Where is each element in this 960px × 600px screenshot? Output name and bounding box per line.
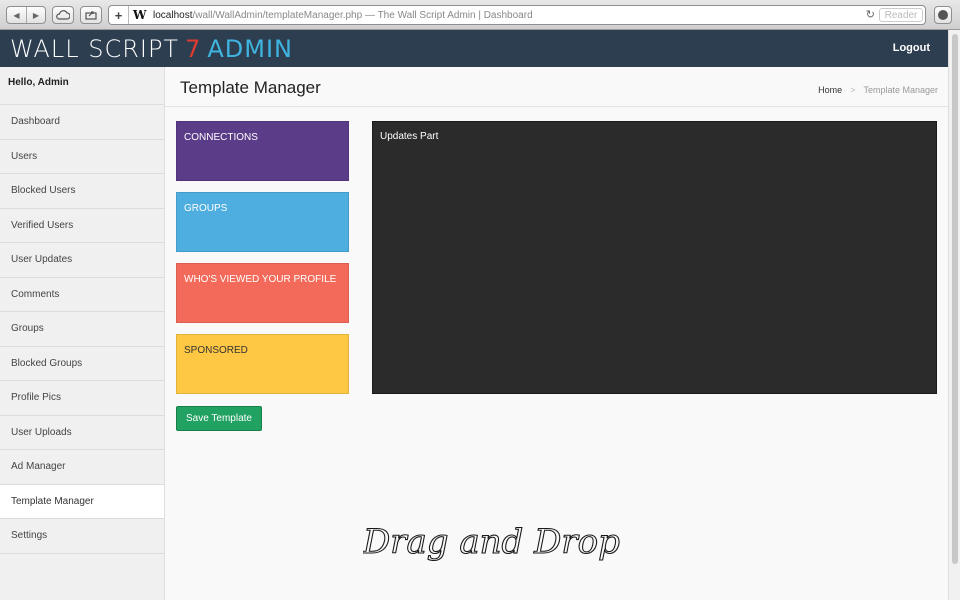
- sidebar-item-blocked-groups[interactable]: Blocked Groups: [0, 347, 164, 381]
- url-text: localhost/wall/WallAdmin/templateManager…: [153, 10, 533, 21]
- greeting: Hello, Admin: [0, 67, 164, 105]
- reader-button[interactable]: Reader: [879, 8, 923, 22]
- browser-toolbar: ◀ ▶ + W localhost/wall/WallAdmin/templat…: [0, 0, 960, 30]
- sidebar-item-users[interactable]: Users: [0, 140, 164, 174]
- sidebar: Hello, Admin Dashboard Users Blocked Use…: [0, 67, 165, 600]
- brand-logo[interactable]: WALL SCRIPT 7 ADMIN: [10, 36, 293, 62]
- sidebar-item-user-uploads[interactable]: User Uploads: [0, 416, 164, 450]
- sidebar-item-blocked-users[interactable]: Blocked Users: [0, 174, 164, 209]
- forward-arrow-icon[interactable]: ▶: [26, 7, 45, 23]
- address-bar[interactable]: + W localhost/wall/WallAdmin/templateMan…: [108, 5, 926, 25]
- template-block-connections[interactable]: CONNECTIONS: [176, 121, 349, 181]
- browser-page-title: — The Wall Script Admin | Dashboard: [362, 9, 533, 21]
- breadcrumb-home[interactable]: Home: [818, 85, 842, 95]
- sidebar-item-comments[interactable]: Comments: [0, 278, 164, 312]
- save-template-button[interactable]: Save Template: [176, 406, 262, 431]
- sidebar-item-user-updates[interactable]: User Updates: [0, 243, 164, 278]
- updates-part-panel[interactable]: Updates Part: [372, 121, 937, 394]
- template-block-profile-viewers[interactable]: WHO'S VIEWED YOUR PROFILE: [176, 263, 349, 323]
- download-icon[interactable]: [934, 6, 952, 24]
- url-path: /wall/WallAdmin/templateManager.php: [192, 9, 363, 21]
- back-arrow-icon[interactable]: ◀: [7, 7, 26, 23]
- brand-version: 7: [185, 35, 202, 63]
- history-nav: ◀ ▶: [6, 6, 46, 24]
- page-header: Template Manager Home > Template Manager: [165, 67, 948, 107]
- sidebar-item-template-manager[interactable]: Template Manager: [0, 484, 164, 519]
- page-scrollbar[interactable]: [948, 30, 960, 600]
- scrollbar-thumb[interactable]: [952, 34, 958, 564]
- page-title: Template Manager: [180, 78, 321, 97]
- breadcrumb-separator: >: [850, 85, 856, 95]
- brand-suffix: ADMIN: [207, 35, 294, 63]
- sidebar-item-verified-users[interactable]: Verified Users: [0, 209, 164, 243]
- cloud-icon[interactable]: [52, 6, 74, 24]
- plus-icon[interactable]: +: [109, 6, 129, 24]
- handwritten-text: Drag and Drop: [363, 522, 620, 562]
- url-host: localhost: [153, 9, 193, 21]
- sidebar-item-dashboard[interactable]: Dashboard: [0, 105, 164, 140]
- main-content: Template Manager Home > Template Manager…: [165, 67, 948, 600]
- sidebar-item-groups[interactable]: Groups: [0, 312, 164, 347]
- reload-icon[interactable]: ↻: [866, 8, 875, 21]
- site-favicon: W: [133, 8, 147, 22]
- breadcrumb-current: Template Manager: [863, 85, 938, 95]
- sidebar-item-profile-pics[interactable]: Profile Pics: [0, 381, 164, 416]
- share-icon[interactable]: [80, 6, 102, 24]
- template-block-sponsored[interactable]: SPONSORED: [176, 334, 349, 394]
- breadcrumb: Home > Template Manager: [818, 85, 938, 95]
- drag-and-drop-annotation: Drag and Drop: [361, 515, 633, 580]
- brand-main: WALL SCRIPT: [10, 35, 180, 63]
- template-block-groups[interactable]: GROUPS: [176, 192, 349, 252]
- sidebar-item-ad-manager[interactable]: Ad Manager: [0, 450, 164, 485]
- admin-header: WALL SCRIPT 7 ADMIN Logout: [0, 30, 948, 67]
- logout-link[interactable]: Logout: [893, 42, 930, 54]
- sidebar-item-settings[interactable]: Settings: [0, 519, 164, 554]
